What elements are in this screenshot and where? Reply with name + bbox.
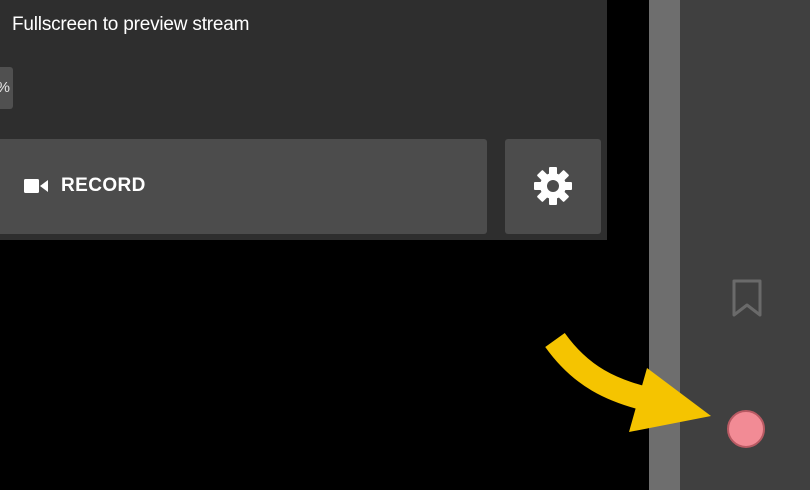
screen: Fullscreen to preview stream % RECORD (0, 0, 810, 490)
record-button[interactable]: RECORD (0, 139, 487, 234)
settings-button[interactable] (505, 139, 601, 234)
bookmark-icon[interactable] (730, 278, 764, 318)
video-camera-icon (24, 179, 48, 193)
record-label: RECORD (61, 175, 146, 196)
stream-panel: Fullscreen to preview stream % RECORD (0, 0, 607, 240)
percent-chip[interactable]: % (0, 67, 13, 109)
preview-hint-text: Fullscreen to preview stream (12, 14, 250, 35)
percent-fragment: % (0, 79, 10, 96)
curved-arrow-icon (545, 332, 711, 432)
gear-icon (534, 167, 572, 205)
